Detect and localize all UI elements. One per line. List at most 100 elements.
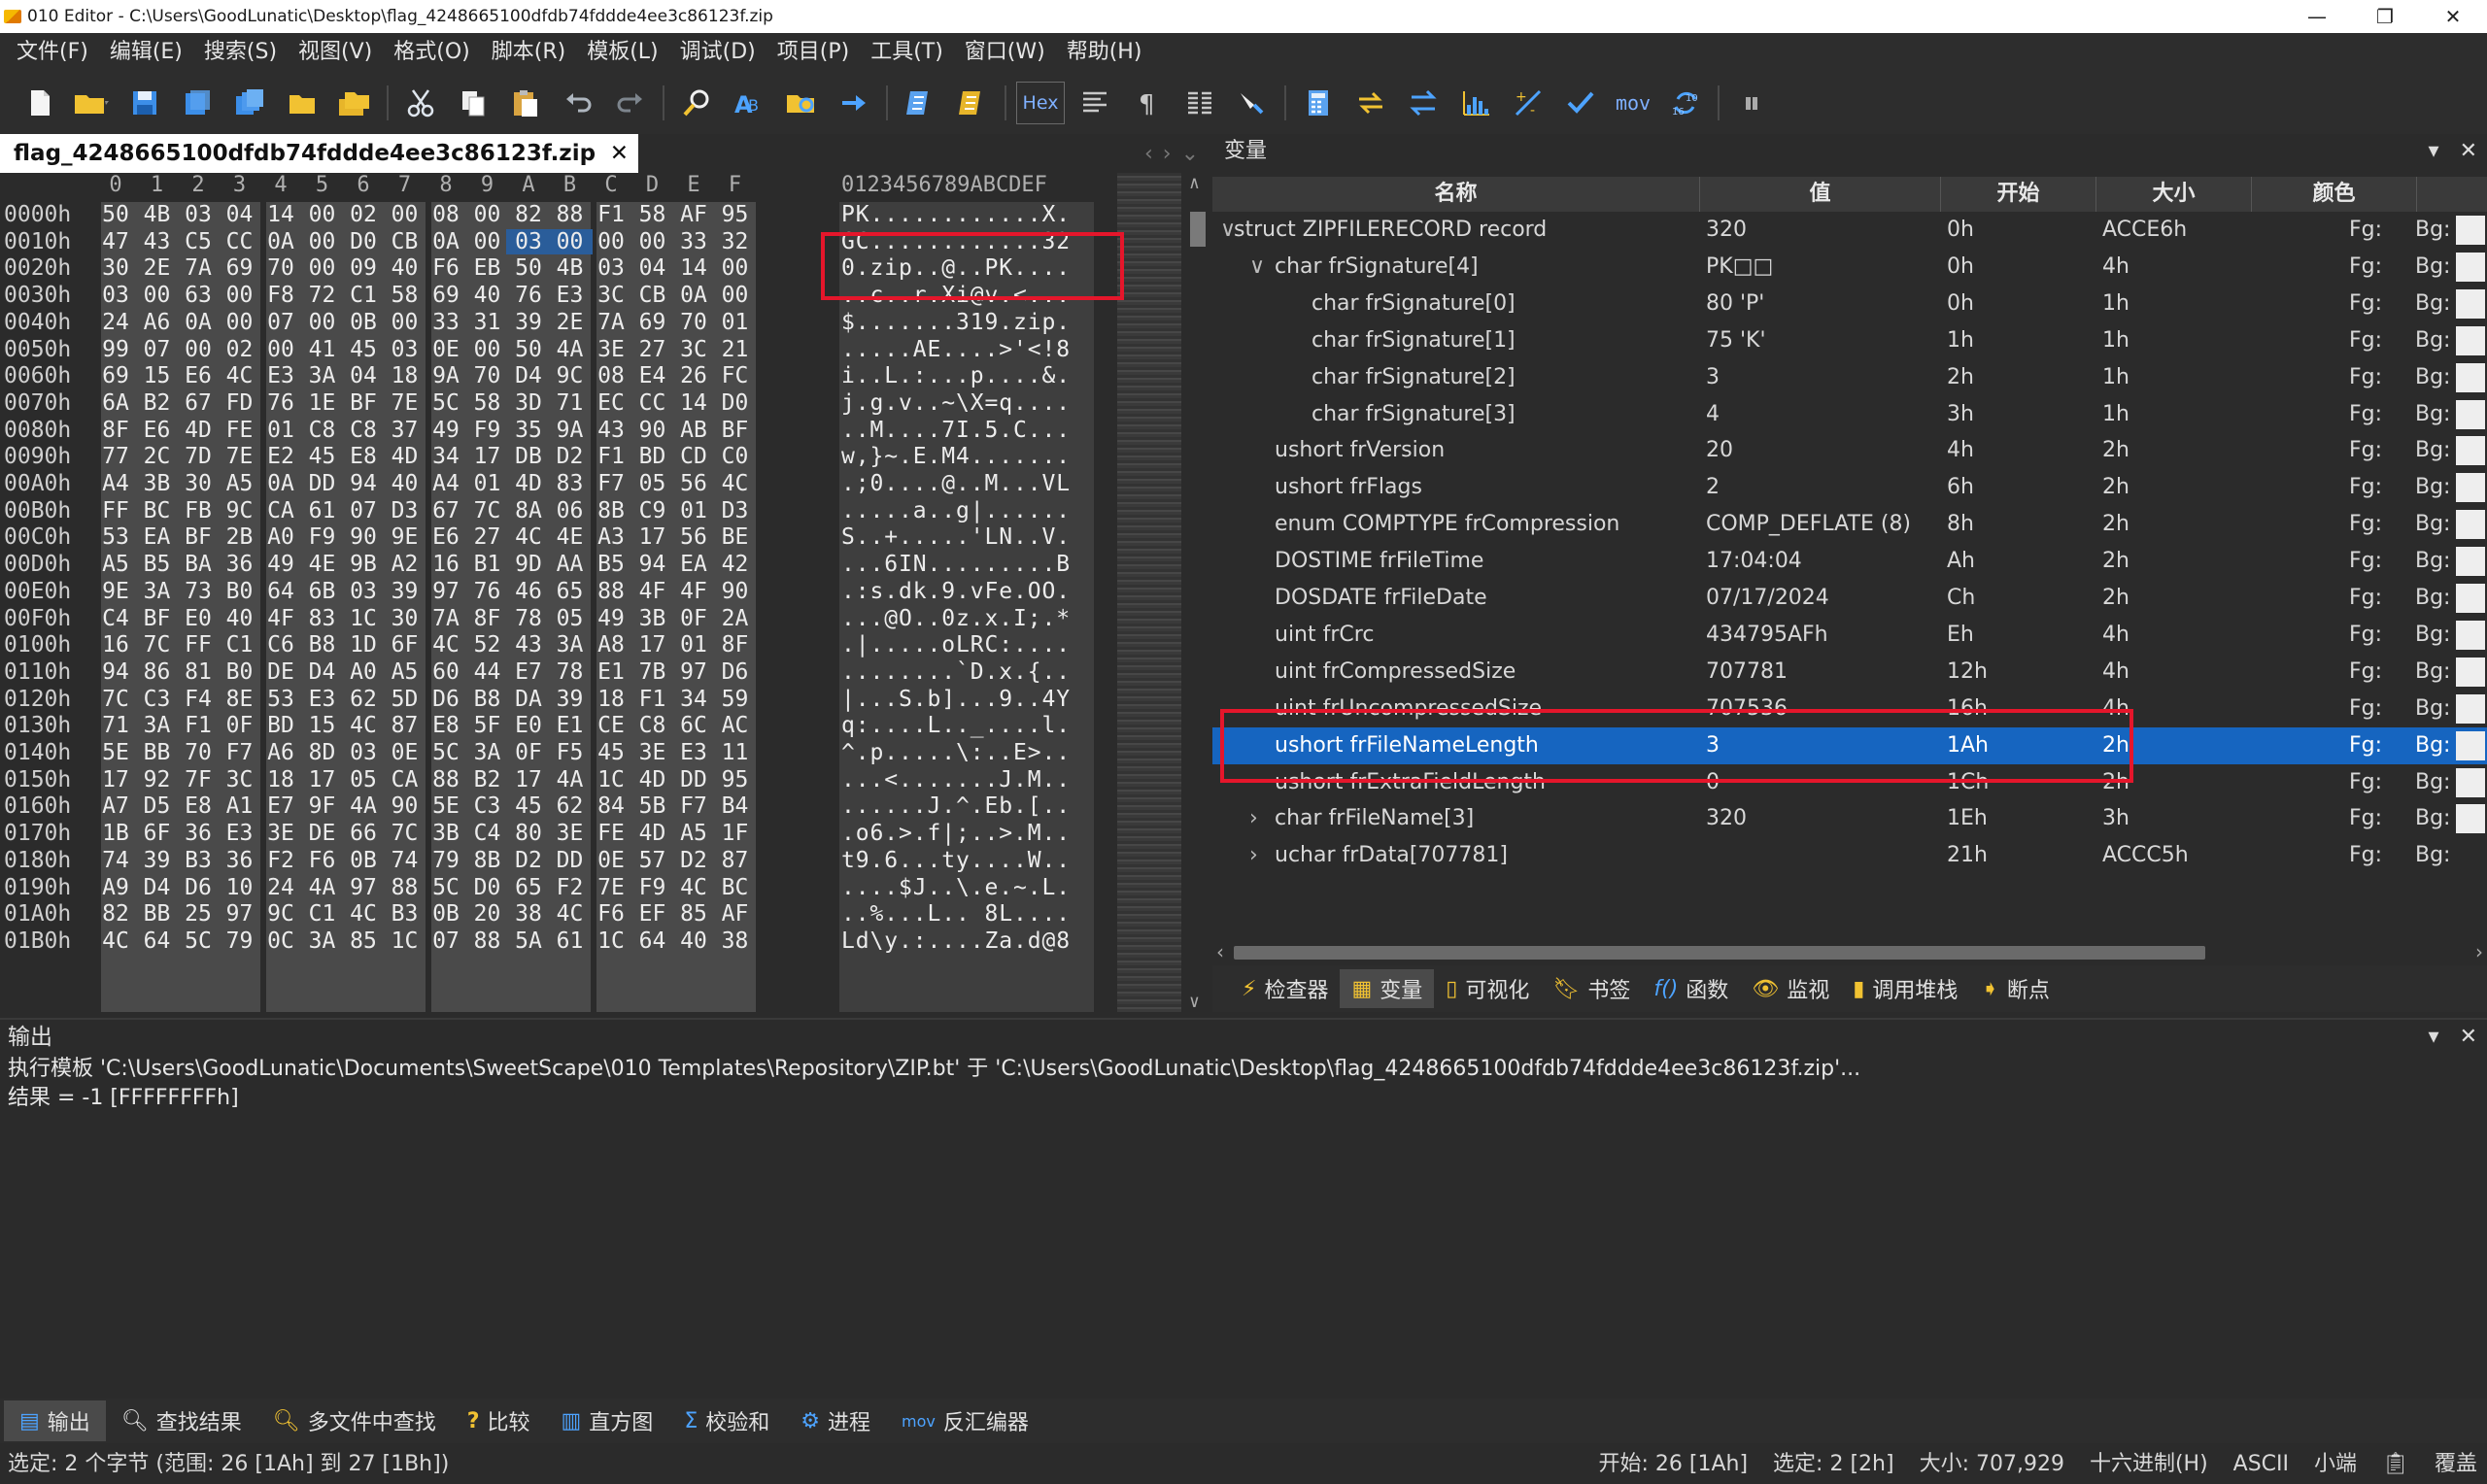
copy-icon[interactable] (447, 79, 499, 127)
hex-byte[interactable]: 71 (548, 390, 593, 416)
bg-color-label[interactable]: Bg: (2415, 249, 2450, 286)
fg-color-label[interactable]: Fg: (2349, 286, 2382, 322)
hex-byte[interactable]: C4 (93, 606, 138, 631)
hex-byte[interactable]: 5F (465, 713, 510, 738)
run-script-icon[interactable] (894, 79, 946, 127)
hex-byte[interactable]: 07 (424, 928, 468, 954)
hex-byte[interactable]: 82 (506, 202, 551, 227)
hex-byte[interactable]: B0 (218, 659, 262, 685)
hex-byte[interactable]: 70 (465, 363, 510, 388)
hex-byte[interactable]: 52 (465, 632, 510, 658)
hex-byte[interactable]: E4 (630, 363, 675, 388)
fg-color-label[interactable]: Fg: (2349, 359, 2382, 396)
hex-byte[interactable]: E8 (424, 713, 468, 738)
fg-color-label[interactable]: Fg: (2349, 691, 2382, 727)
hex-byte[interactable]: 0B (341, 310, 386, 335)
maximize-button[interactable]: ❐ (2351, 0, 2419, 33)
hex-byte[interactable]: AF (671, 202, 716, 227)
menu-project[interactable]: 项目(P) (767, 33, 860, 72)
hex-byte[interactable]: 16 (93, 632, 138, 658)
bg-color-label[interactable]: Bg: (2415, 469, 2450, 506)
hex-byte[interactable]: 4B (548, 255, 593, 281)
hex-byte[interactable]: 2B (218, 524, 262, 550)
hex-byte[interactable]: 00 (300, 310, 345, 335)
hex-byte[interactable]: 21 (713, 337, 758, 362)
variable-row[interactable]: char frSignature[0] 80 'P' 0h 1h Fg: Bg: (1212, 286, 2487, 322)
ascii-text[interactable]: q:....L.._....l. (841, 713, 1071, 738)
hex-byte[interactable]: 45 (589, 740, 633, 765)
hex-byte[interactable]: 4A (548, 767, 593, 793)
hex-byte[interactable]: DA (506, 687, 551, 712)
hex-byte[interactable]: 04 (341, 363, 386, 388)
bg-color-label[interactable]: Bg: (2415, 617, 2450, 654)
hex-byte[interactable]: BF (135, 606, 180, 631)
hex-byte[interactable]: EC (589, 390, 633, 416)
hex-byte[interactable]: 3A (135, 713, 180, 738)
fg-color-label[interactable]: Fg: (2349, 580, 2382, 617)
hex-byte[interactable]: 57 (630, 848, 675, 873)
hex-byte[interactable]: 5C (424, 740, 468, 765)
close-window-button[interactable]: ✕ (2419, 0, 2487, 33)
bg-color-label[interactable]: Bg: (2415, 837, 2450, 874)
tab-find-results[interactable]: 🔍︎ 查找结果 (106, 1400, 257, 1441)
hex-byte[interactable]: C1 (300, 901, 345, 927)
ascii-text[interactable]: .|.....oLRC:.... (841, 632, 1071, 658)
hex-byte[interactable]: 7E (589, 875, 633, 900)
hex-byte[interactable]: BE (713, 524, 758, 550)
hex-byte[interactable]: D4 (300, 659, 345, 685)
hex-byte[interactable]: 58 (630, 202, 675, 227)
variable-row[interactable]: uint frCompressedSize 707781 12h 4h Fg: Bg: (1212, 654, 2487, 691)
hex-byte[interactable]: 3A (300, 928, 345, 954)
bg-color-label[interactable]: Bg: (2415, 396, 2450, 433)
hex-byte[interactable]: 9C (218, 498, 262, 523)
fg-color-label[interactable]: Fg: (2349, 800, 2382, 837)
hex-byte[interactable]: 16 (424, 552, 468, 577)
variable-row[interactable]: DOSTIME frFileTime 17:04:04 Ah 2h Fg: Bg: (1212, 543, 2487, 580)
tab-visualize[interactable]: ▯ 可视化 (1434, 969, 1541, 1008)
tab-watch[interactable]: 👁︎ 监视 (1740, 969, 1841, 1008)
hex-byte[interactable]: 00 (258, 337, 303, 362)
variable-row[interactable]: ∨ char frSignature[4] PK□□ 0h 4h Fg: Bg: (1212, 249, 2487, 286)
menu-tools[interactable]: 工具(T) (860, 33, 954, 72)
hex-byte[interactable]: 4D (383, 444, 427, 469)
hex-byte[interactable]: DE (258, 659, 303, 685)
hex-byte[interactable]: 0E (424, 337, 468, 362)
hex-byte[interactable]: 43 (589, 418, 633, 443)
scroll-left-icon[interactable]: ‹ (1216, 940, 1224, 963)
tab-compare[interactable]: ? 比较 (452, 1400, 546, 1441)
hex-byte[interactable]: 65 (506, 875, 551, 900)
col-color-header[interactable]: 颜色 (2252, 177, 2417, 212)
tab-list-icon[interactable]: ⌄ (1181, 142, 1199, 166)
hex-byte[interactable]: 4C (506, 524, 551, 550)
hex-byte[interactable]: 5C (424, 875, 468, 900)
hex-byte[interactable]: 5E (424, 793, 468, 819)
hex-byte[interactable]: D0 (713, 390, 758, 416)
tab-next-icon[interactable]: › (1163, 142, 1172, 166)
hex-byte[interactable]: 4C (341, 901, 386, 927)
hex-byte[interactable]: D4 (506, 363, 551, 388)
hex-byte[interactable]: A5 (218, 471, 262, 496)
hex-byte[interactable]: 69 (630, 310, 675, 335)
tab-find-in-files[interactable]: 🔍︎ 多文件中查找 (257, 1400, 452, 1441)
hex-byte[interactable]: 9E (383, 524, 427, 550)
expand-toggle-icon[interactable]: › (1249, 837, 1258, 874)
hex-byte[interactable]: 49 (424, 418, 468, 443)
hex-byte[interactable]: 56 (671, 524, 716, 550)
hex-byte[interactable]: 0A (258, 229, 303, 254)
hex-byte[interactable]: 14 (671, 255, 716, 281)
hex-byte[interactable]: CC (630, 390, 675, 416)
hex-byte[interactable]: 9E (93, 579, 138, 604)
hex-byte[interactable]: 4C (713, 471, 758, 496)
fg-color-label[interactable]: Fg: (2349, 837, 2382, 874)
variables-horizontal-scrollbar[interactable]: ‹ › (1212, 940, 2487, 963)
hex-byte[interactable]: 90 (630, 418, 675, 443)
hex-byte[interactable]: 03 (93, 283, 138, 308)
hex-byte[interactable]: 03 (506, 228, 551, 254)
col-start-header[interactable]: 开始 (1941, 177, 2096, 212)
ascii-text[interactable]: ........`D.x.{.. (841, 659, 1071, 685)
hex-byte[interactable]: E3 (300, 687, 345, 712)
hex-byte[interactable]: C9 (630, 498, 675, 523)
hex-byte[interactable]: 2A (713, 606, 758, 631)
variable-row[interactable]: ∨ struct ZIPFILERECORD record 320 0h ACCE6h F… (1212, 212, 2487, 249)
hex-byte[interactable]: 70 (176, 740, 221, 765)
